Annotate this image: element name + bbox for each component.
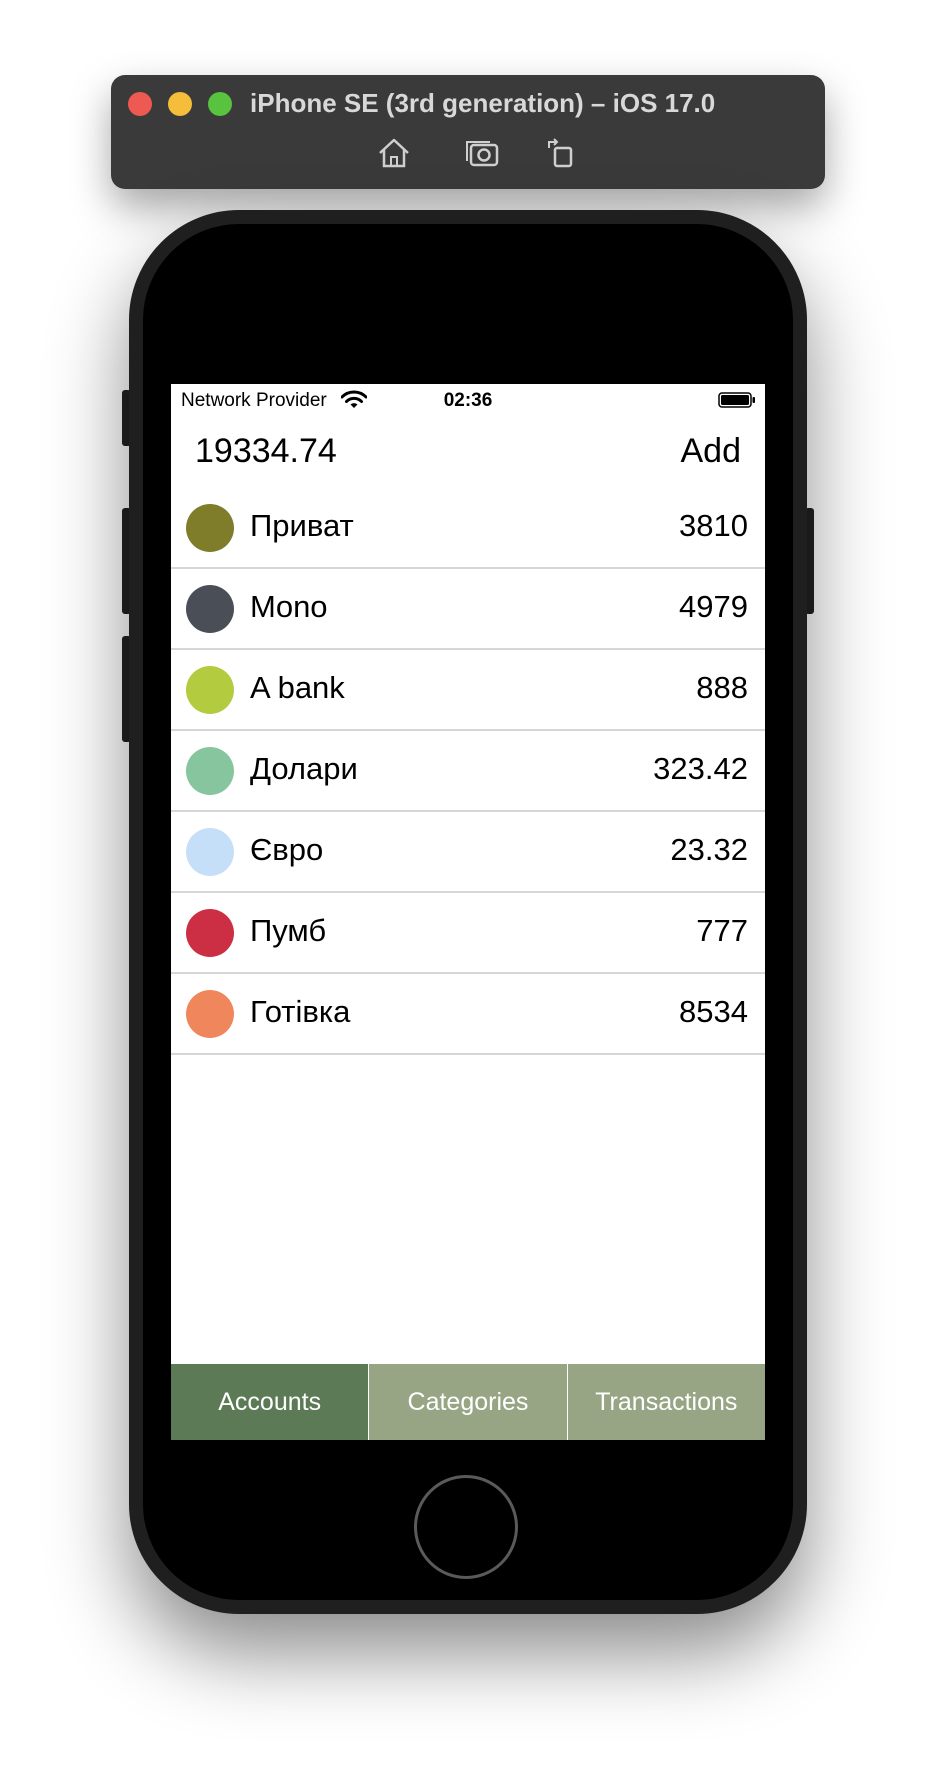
account-color-dot [186,504,234,552]
account-amount: 8534 [679,994,748,1029]
simulator-window: iPhone SE (3rd generation) – iOS 17.0 Ne… [0,0,936,1766]
account-name: Mono [250,589,328,624]
account-amount: 4979 [679,589,748,624]
home-icon[interactable] [376,136,412,170]
account-amount: 23.32 [670,832,748,867]
list-item[interactable]: Готівка 8534 [171,974,765,1055]
list-item[interactable]: A bank 888 [171,650,765,731]
tab-transactions[interactable]: Transactions [566,1364,765,1440]
account-name: Приват [250,508,354,543]
account-color-dot [186,828,234,876]
account-color-dot [186,585,234,633]
app-screen: Network Provider 02:36 19334.74 Add Прив… [171,384,765,1440]
status-bar: Network Provider 02:36 [171,384,765,418]
account-name: A bank [250,670,345,705]
rotate-icon[interactable] [543,136,579,170]
minimize-window-button[interactable] [168,92,192,116]
account-amount: 3810 [679,508,748,543]
account-color-dot [186,666,234,714]
tab-accounts[interactable]: Accounts [171,1364,369,1440]
account-amount: 323.42 [653,751,748,786]
tab-categories[interactable]: Categories [368,1364,567,1440]
simulator-title: iPhone SE (3rd generation) – iOS 17.0 [250,88,716,118]
account-color-dot [186,990,234,1038]
account-name: Пумб [250,913,327,948]
list-item[interactable]: Пумб 777 [171,893,765,974]
tab-bar: Accounts Categories Transactions [171,1364,765,1440]
list-item[interactable]: Долари 323.42 [171,731,765,812]
account-color-dot [186,909,234,957]
account-name: Готівка [250,994,351,1029]
accounts-header: 19334.74 Add [171,418,765,488]
account-color-dot [186,747,234,795]
list-item[interactable]: Mono 4979 [171,569,765,650]
close-window-button[interactable] [128,92,152,116]
battery-icon [718,392,755,408]
total-balance: 19334.74 [195,432,337,470]
account-amount: 777 [696,913,748,948]
account-name: Долари [250,751,358,786]
account-name: Євро [250,832,324,867]
account-amount: 888 [696,670,748,705]
list-item[interactable]: Приват 3810 [171,488,765,569]
zoom-window-button[interactable] [208,92,232,116]
home-button[interactable] [414,1475,518,1579]
account-list: Приват 3810 Mono 4979 A bank 888 Долари … [171,488,765,1055]
status-time: 02:36 [443,390,493,411]
add-account-button[interactable]: Add [681,432,742,471]
list-item[interactable]: Євро 23.32 [171,812,765,893]
screenshot-icon[interactable] [464,136,500,170]
